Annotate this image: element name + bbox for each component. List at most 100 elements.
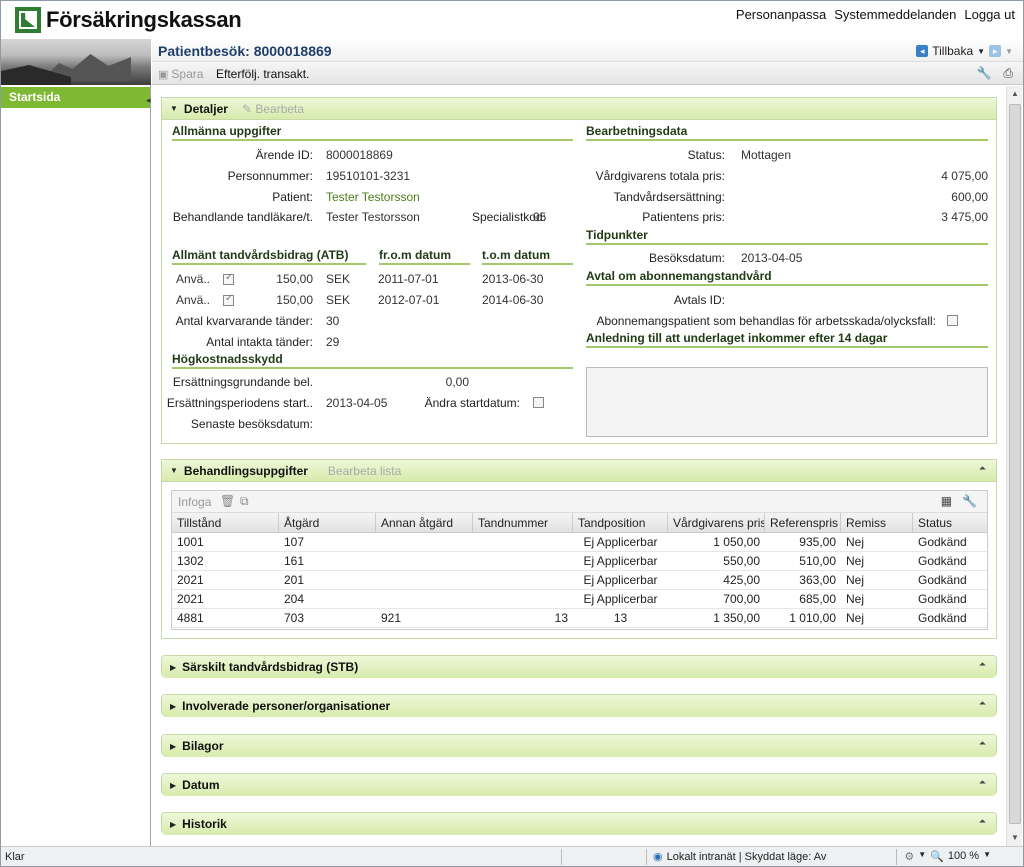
chevron-down-icon[interactable]: ▼ bbox=[983, 850, 991, 863]
collapse-icon[interactable]: ⏶ bbox=[979, 738, 986, 749]
col-tandposition[interactable]: Tandposition bbox=[573, 513, 668, 532]
sidebar-item-startsida[interactable]: Startsida bbox=[1, 87, 150, 108]
collapse-icon[interactable]: ⏶ bbox=[979, 659, 986, 670]
save-button[interactable]: ▣ Spara bbox=[158, 67, 203, 81]
reason-textarea[interactable] bbox=[586, 367, 988, 437]
forward-icon[interactable]: ▸ bbox=[989, 45, 1002, 57]
expand-down-icon[interactable]: ▼ bbox=[170, 466, 178, 475]
edit-details-button[interactable]: ✎ Bearbeta bbox=[242, 102, 304, 116]
atb-to: 2014-06-30 bbox=[482, 293, 544, 307]
link-systemmeddelanden[interactable]: Systemmeddelanden bbox=[834, 7, 956, 22]
expand-right-icon[interactable]: ▶ bbox=[170, 781, 176, 790]
table-row[interactable]: 1302 161 Ej Applicerbar 550,00 510,00 Nej Godk… bbox=[172, 552, 987, 571]
table-cell bbox=[376, 552, 473, 570]
involved-header[interactable]: ▶ Involverade personer/organisationer ⏶ bbox=[162, 695, 996, 717]
page-scrollbar[interactable]: ▲ ▼ bbox=[1006, 86, 1022, 846]
chevron-down-icon[interactable]: ▼ bbox=[1005, 47, 1013, 56]
zoom-control[interactable]: ⚙ ▼ 🔍 100 % ▼ bbox=[904, 850, 991, 863]
print-icon[interactable]: ⎙ bbox=[1003, 66, 1013, 81]
attachments-header[interactable]: ▶ Bilagor ⏶ bbox=[162, 735, 996, 757]
wrench-icon[interactable]: 🔧 bbox=[976, 66, 991, 81]
history-header[interactable]: ▶ Historik ⏶ bbox=[162, 813, 996, 835]
table-row[interactable]: 1001 107 Ej Applicerbar 1 050,00 935,00 Nej Go… bbox=[172, 533, 987, 552]
expand-down-icon[interactable]: ▼ bbox=[170, 104, 178, 113]
atb-to-heading: t.o.m datum bbox=[482, 248, 573, 265]
table-cell bbox=[473, 533, 573, 551]
wrench-icon[interactable]: 🔧 bbox=[962, 494, 977, 508]
collapse-icon[interactable]: ⏶ bbox=[979, 698, 986, 709]
last-visit-label: Senaste besöksdatum: bbox=[190, 417, 313, 431]
collapse-icon[interactable]: ⏶ bbox=[979, 463, 986, 474]
patient-link[interactable]: Tester Testorsson bbox=[326, 190, 420, 204]
export-icon[interactable]: ▦ bbox=[941, 494, 952, 508]
expand-right-icon[interactable]: ▶ bbox=[170, 820, 176, 829]
collapse-icon[interactable]: ⏶ bbox=[979, 816, 986, 827]
chevron-down-icon[interactable]: ▼ bbox=[977, 47, 985, 56]
dates-panel[interactable]: ▶ Datum ⏶ bbox=[161, 773, 997, 796]
insert-button[interactable]: Infoga bbox=[178, 495, 211, 509]
atb-currency: SEK bbox=[326, 293, 351, 307]
treatments-header[interactable]: ▼ Behandlingsuppgifter Bearbeta lista ⏶ bbox=[162, 460, 996, 482]
collapse-icon[interactable]: ⏶ bbox=[979, 777, 986, 788]
trash-icon[interactable]: 🗑 bbox=[220, 494, 235, 508]
back-button[interactable]: ◂ Tillbaka ▼ ▸ ▼ bbox=[916, 44, 1013, 58]
settings-icon[interactable]: ⚙ bbox=[904, 850, 914, 863]
total-price-value: 4 075,00 bbox=[941, 169, 988, 183]
table-row[interactable]: 2021 201 Ej Applicerbar 425,00 363,00 Nej Godk… bbox=[172, 571, 987, 590]
scroll-up-icon[interactable]: ▲ bbox=[1007, 86, 1023, 102]
atb-used-checkbox[interactable] bbox=[223, 293, 234, 306]
expand-right-icon[interactable]: ▶ bbox=[170, 742, 176, 751]
title-bar: Patientbesök: 8000018869 ◂ Tillbaka ▼ ▸ … bbox=[152, 39, 1023, 62]
table-row[interactable]: 4881 703 921 13 13 1 350,00 1 010,00 Nej Godkänd bbox=[172, 609, 987, 628]
injury-checkbox[interactable] bbox=[947, 315, 958, 326]
stb-header[interactable]: ▶ Särskilt tandvårdsbidrag (STB) ⏶ bbox=[162, 656, 996, 678]
intact-teeth-value: 29 bbox=[326, 335, 340, 349]
history-panel[interactable]: ▶ Historik ⏶ bbox=[161, 812, 997, 835]
hkskydd-heading: Högkostnadsskydd bbox=[172, 352, 573, 369]
back-icon: ◂ bbox=[916, 45, 929, 57]
table-cell: 703 bbox=[284, 611, 305, 625]
col-referenspris[interactable]: Referenspris bbox=[765, 513, 841, 532]
save-icon: ▣ bbox=[158, 68, 169, 81]
general-heading: Allmänna uppgifter bbox=[172, 124, 573, 141]
page-title: Patientbesök: 8000018869 bbox=[158, 43, 332, 59]
table-cell: Nej bbox=[846, 554, 865, 568]
link-personanpassa[interactable]: Personanpassa bbox=[736, 7, 826, 22]
copy-icon[interactable]: ⧉ bbox=[240, 494, 249, 509]
table-cell: 107 bbox=[284, 535, 305, 549]
attachments-panel[interactable]: ▶ Bilagor ⏶ bbox=[161, 734, 997, 757]
follow-transaction-button[interactable]: Efterfölj. transakt. bbox=[216, 67, 309, 81]
table-row[interactable]: 2021 204 Ej Applicerbar 700,00 685,00 Nej Godk… bbox=[172, 590, 987, 609]
col-annan-atgard[interactable]: Annan åtgärd bbox=[376, 513, 473, 532]
pnr-label: Personnummer: bbox=[227, 169, 313, 183]
involved-panel[interactable]: ▶ Involverade personer/organisationer ⏶ bbox=[161, 694, 997, 717]
expand-right-icon[interactable]: ▶ bbox=[170, 663, 176, 672]
chevron-down-icon[interactable]: ▼ bbox=[918, 850, 926, 863]
involved-title: Involverade personer/organisationer bbox=[182, 699, 391, 713]
scroll-down-icon[interactable]: ▼ bbox=[1007, 830, 1023, 846]
col-tandnummer[interactable]: Tandnummer bbox=[473, 513, 573, 532]
col-vardgivarens-pris[interactable]: Vårdgivarens pris bbox=[668, 513, 765, 532]
details-header[interactable]: ▼ Detaljer ✎ Bearbeta bbox=[162, 98, 996, 120]
col-remiss[interactable]: Remiss bbox=[841, 513, 913, 532]
table-cell: Nej bbox=[846, 592, 865, 606]
remaining-teeth-label: Antal kvarvarande tänder: bbox=[175, 314, 313, 328]
col-atgard[interactable]: Åtgärd bbox=[279, 513, 376, 532]
atb-used-checkbox[interactable] bbox=[223, 272, 234, 285]
table-cell: 1001 bbox=[177, 535, 204, 549]
table-cell: 204 bbox=[284, 592, 305, 606]
expand-right-icon[interactable]: ▶ bbox=[170, 702, 176, 711]
col-status[interactable]: Status bbox=[913, 513, 987, 532]
table-cell: Godkänd bbox=[918, 554, 967, 568]
table-cell: 700,00 bbox=[723, 592, 760, 606]
stb-panel[interactable]: ▶ Särskilt tandvårdsbidrag (STB) ⏶ bbox=[161, 655, 997, 678]
injury-label: Abonnemangspatient som behandlas för arb… bbox=[596, 314, 936, 328]
link-logga-ut[interactable]: Logga ut bbox=[964, 7, 1015, 22]
scroll-thumb[interactable] bbox=[1009, 104, 1021, 824]
table-cell bbox=[473, 590, 573, 608]
edit-list-button[interactable]: Bearbeta lista bbox=[328, 464, 401, 478]
toolbar-icons: 🔧 ⎙ bbox=[976, 66, 1013, 81]
col-tillstand[interactable]: Tillstånd bbox=[172, 513, 279, 532]
dates-header[interactable]: ▶ Datum ⏶ bbox=[162, 774, 996, 796]
change-start-checkbox[interactable] bbox=[533, 397, 544, 408]
